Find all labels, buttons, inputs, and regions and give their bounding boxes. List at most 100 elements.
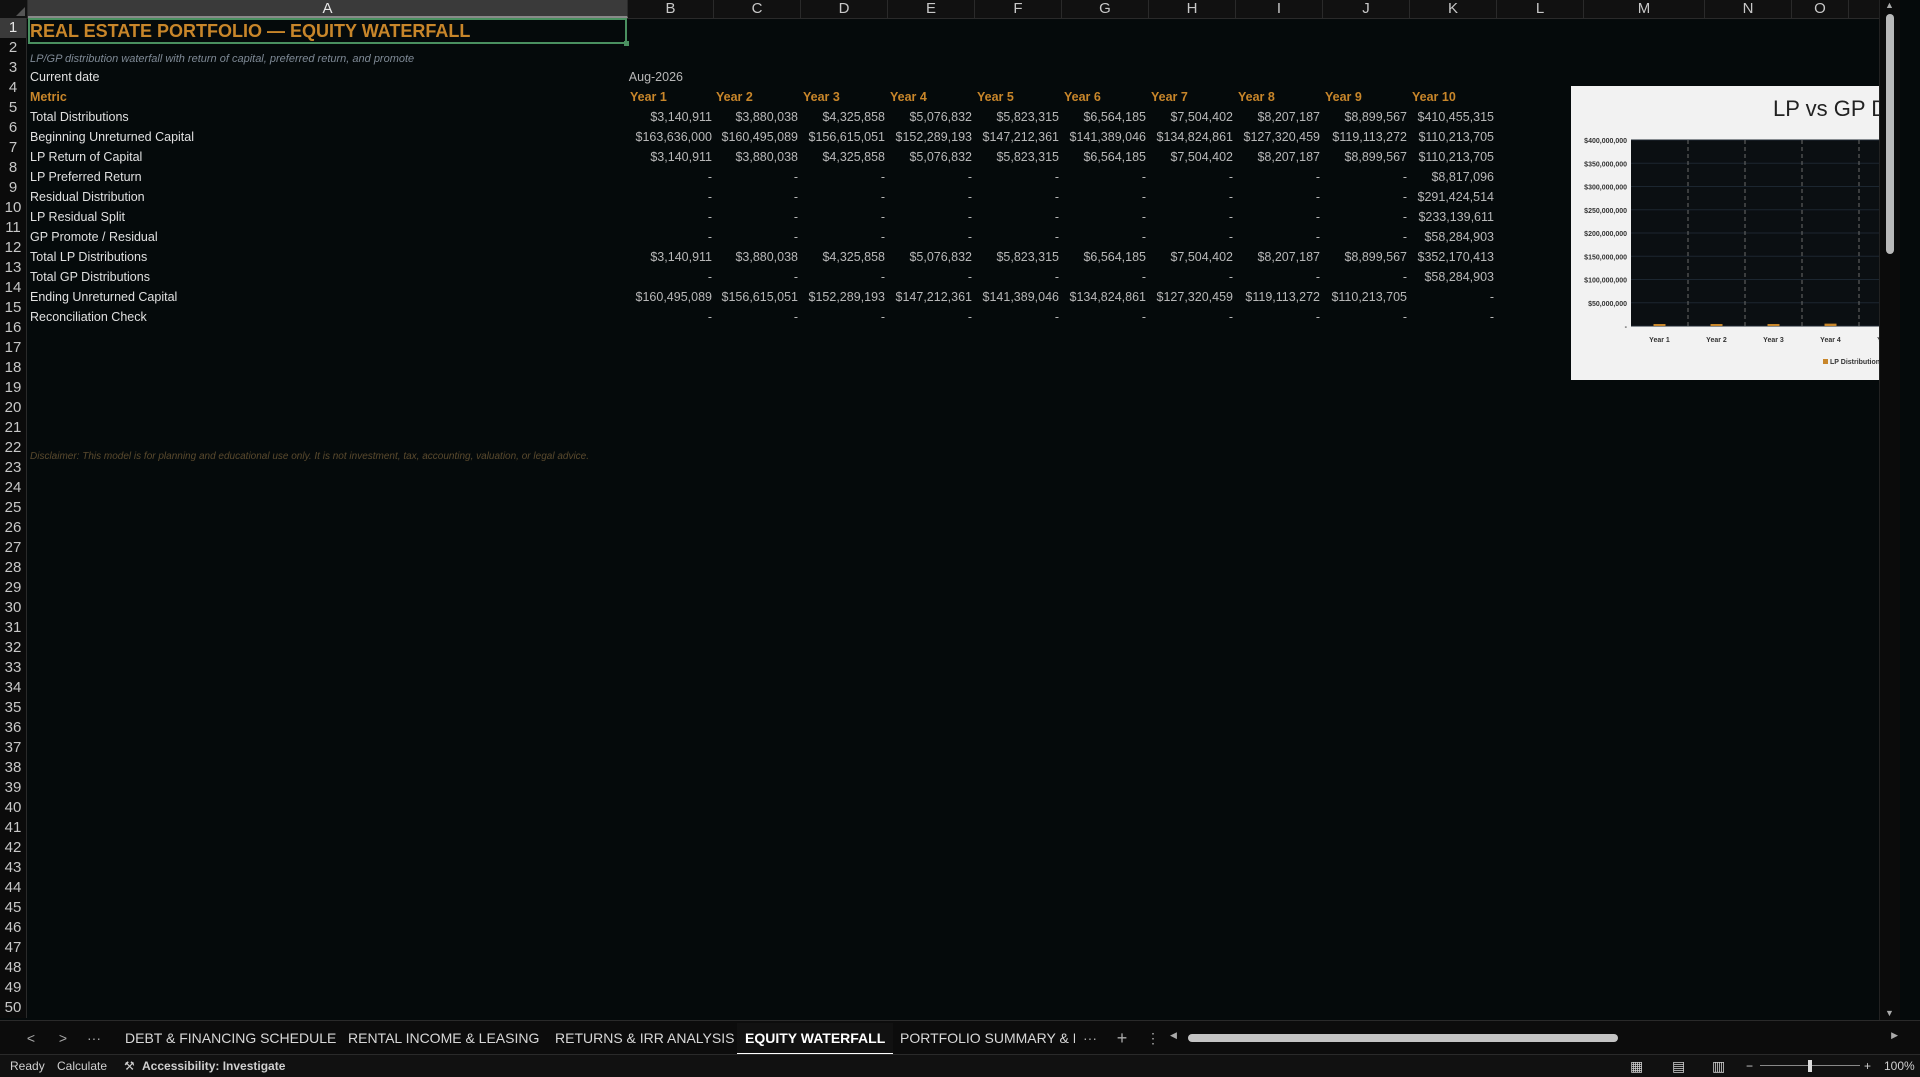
value-cell[interactable]: -: [714, 307, 798, 327]
value-cell[interactable]: -: [888, 307, 972, 327]
value-cell[interactable]: $110,213,705: [1323, 287, 1407, 307]
year-header[interactable]: Year 7: [1151, 87, 1188, 107]
column-header-d[interactable]: D: [801, 0, 888, 18]
value-cell[interactable]: $163,636,000: [628, 127, 712, 147]
horizontal-scrollbar[interactable]: ◀ ▶: [1170, 1030, 1898, 1043]
value-cell[interactable]: -: [1149, 307, 1233, 327]
row-header-38[interactable]: 38: [0, 758, 27, 778]
column-header-a[interactable]: A: [28, 0, 628, 18]
value-cell[interactable]: -: [1149, 167, 1233, 187]
value-cell[interactable]: -: [1410, 287, 1494, 307]
calculate-button[interactable]: Calculate: [57, 1055, 107, 1077]
row-header-34[interactable]: 34: [0, 678, 27, 698]
value-cell[interactable]: $110,213,705: [1410, 127, 1494, 147]
value-cell[interactable]: $127,320,459: [1236, 127, 1320, 147]
row-header-26[interactable]: 26: [0, 518, 27, 538]
scroll-right-icon[interactable]: ▶: [1891, 1030, 1898, 1041]
row-label[interactable]: LP Preferred Return: [30, 167, 142, 187]
value-cell[interactable]: $7,504,402: [1149, 107, 1233, 127]
row-label[interactable]: LP Residual Split: [30, 207, 125, 227]
value-cell[interactable]: $6,564,185: [1062, 247, 1146, 267]
value-cell[interactable]: -: [1062, 227, 1146, 247]
value-cell[interactable]: -: [1236, 167, 1320, 187]
row-header-12[interactable]: 12: [0, 238, 27, 258]
row-header-19[interactable]: 19: [0, 378, 27, 398]
value-cell[interactable]: -: [975, 207, 1059, 227]
row-header-39[interactable]: 39: [0, 778, 27, 798]
row-header-35[interactable]: 35: [0, 698, 27, 718]
value-cell[interactable]: $8,817,096: [1410, 167, 1494, 187]
value-cell[interactable]: $233,139,611: [1410, 207, 1494, 227]
value-cell[interactable]: $5,823,315: [975, 107, 1059, 127]
value-cell[interactable]: -: [1410, 307, 1494, 327]
value-cell[interactable]: $152,289,193: [801, 287, 885, 307]
row-label[interactable]: LP Return of Capital: [30, 147, 142, 167]
value-cell[interactable]: -: [1236, 267, 1320, 287]
row-header-25[interactable]: 25: [0, 498, 27, 518]
vertical-scrollbar[interactable]: ▲ ▼: [1879, 0, 1900, 1020]
value-cell[interactable]: $5,823,315: [975, 247, 1059, 267]
sheet-tab-equity-waterfall[interactable]: EQUITY WATERFALL: [737, 1023, 894, 1056]
value-cell[interactable]: $8,899,567: [1323, 147, 1407, 167]
column-header-k[interactable]: K: [1410, 0, 1497, 18]
value-cell[interactable]: -: [1236, 187, 1320, 207]
year-header[interactable]: Year 3: [803, 87, 840, 107]
more-sheets-right-icon[interactable]: ···: [1078, 1021, 1102, 1055]
value-cell[interactable]: -: [975, 187, 1059, 207]
row-label[interactable]: Ending Unreturned Capital: [30, 287, 177, 307]
value-cell[interactable]: -: [1236, 227, 1320, 247]
row-header-42[interactable]: 42: [0, 838, 27, 858]
value-cell[interactable]: $291,424,514: [1410, 187, 1494, 207]
prev-sheet-icon[interactable]: <: [20, 1021, 42, 1055]
value-cell[interactable]: $147,212,361: [975, 127, 1059, 147]
value-cell[interactable]: -: [1062, 307, 1146, 327]
row-header-32[interactable]: 32: [0, 638, 27, 658]
value-cell[interactable]: -: [888, 207, 972, 227]
sheet-subtitle[interactable]: LP/GP distribution waterfall with return…: [30, 49, 414, 69]
row-header-48[interactable]: 48: [0, 958, 27, 978]
row-header-28[interactable]: 28: [0, 558, 27, 578]
value-cell[interactable]: $410,455,315: [1410, 107, 1494, 127]
column-header-g[interactable]: G: [1062, 0, 1149, 18]
row-label[interactable]: Total LP Distributions: [30, 247, 147, 267]
column-header-l[interactable]: L: [1497, 0, 1584, 18]
value-cell[interactable]: -: [888, 167, 972, 187]
value-cell[interactable]: $8,899,567: [1323, 107, 1407, 127]
column-header-n[interactable]: N: [1705, 0, 1792, 18]
value-cell[interactable]: $3,140,911: [628, 147, 712, 167]
value-cell[interactable]: $3,880,038: [714, 147, 798, 167]
row-header-21[interactable]: 21: [0, 418, 27, 438]
year-header[interactable]: Year 10: [1412, 87, 1456, 107]
metric-header[interactable]: Metric: [30, 87, 67, 107]
sheet-tab-portfolio-summary-ki[interactable]: PORTFOLIO SUMMARY & KI: [900, 1021, 1075, 1055]
column-header-e[interactable]: E: [888, 0, 975, 18]
row-header-3[interactable]: 3: [0, 58, 27, 78]
row-header-16[interactable]: 16: [0, 318, 27, 338]
zoom-in-icon[interactable]: +: [1864, 1055, 1871, 1077]
value-cell[interactable]: -: [714, 167, 798, 187]
zoom-out-icon[interactable]: −: [1746, 1055, 1753, 1077]
row-header-17[interactable]: 17: [0, 338, 27, 358]
row-header-7[interactable]: 7: [0, 138, 27, 158]
vertical-scroll-thumb[interactable]: [1886, 14, 1894, 254]
value-cell[interactable]: $58,284,903: [1410, 227, 1494, 247]
row-header-18[interactable]: 18: [0, 358, 27, 378]
row-header-49[interactable]: 49: [0, 978, 27, 998]
value-cell[interactable]: -: [888, 227, 972, 247]
value-cell[interactable]: -: [1323, 167, 1407, 187]
value-cell[interactable]: $156,615,051: [714, 287, 798, 307]
value-cell[interactable]: -: [628, 227, 712, 247]
value-cell[interactable]: -: [628, 307, 712, 327]
year-header[interactable]: Year 4: [890, 87, 927, 107]
value-cell[interactable]: -: [1236, 307, 1320, 327]
value-cell[interactable]: $147,212,361: [888, 287, 972, 307]
value-cell[interactable]: -: [801, 227, 885, 247]
add-sheet-icon[interactable]: +: [1110, 1021, 1134, 1055]
value-cell[interactable]: $127,320,459: [1149, 287, 1233, 307]
year-header[interactable]: Year 2: [716, 87, 753, 107]
row-header-6[interactable]: 6: [0, 118, 27, 138]
value-cell[interactable]: $8,899,567: [1323, 247, 1407, 267]
value-cell[interactable]: -: [1323, 267, 1407, 287]
zoom-slider-thumb[interactable]: [1808, 1060, 1812, 1072]
value-cell[interactable]: $134,824,861: [1149, 127, 1233, 147]
